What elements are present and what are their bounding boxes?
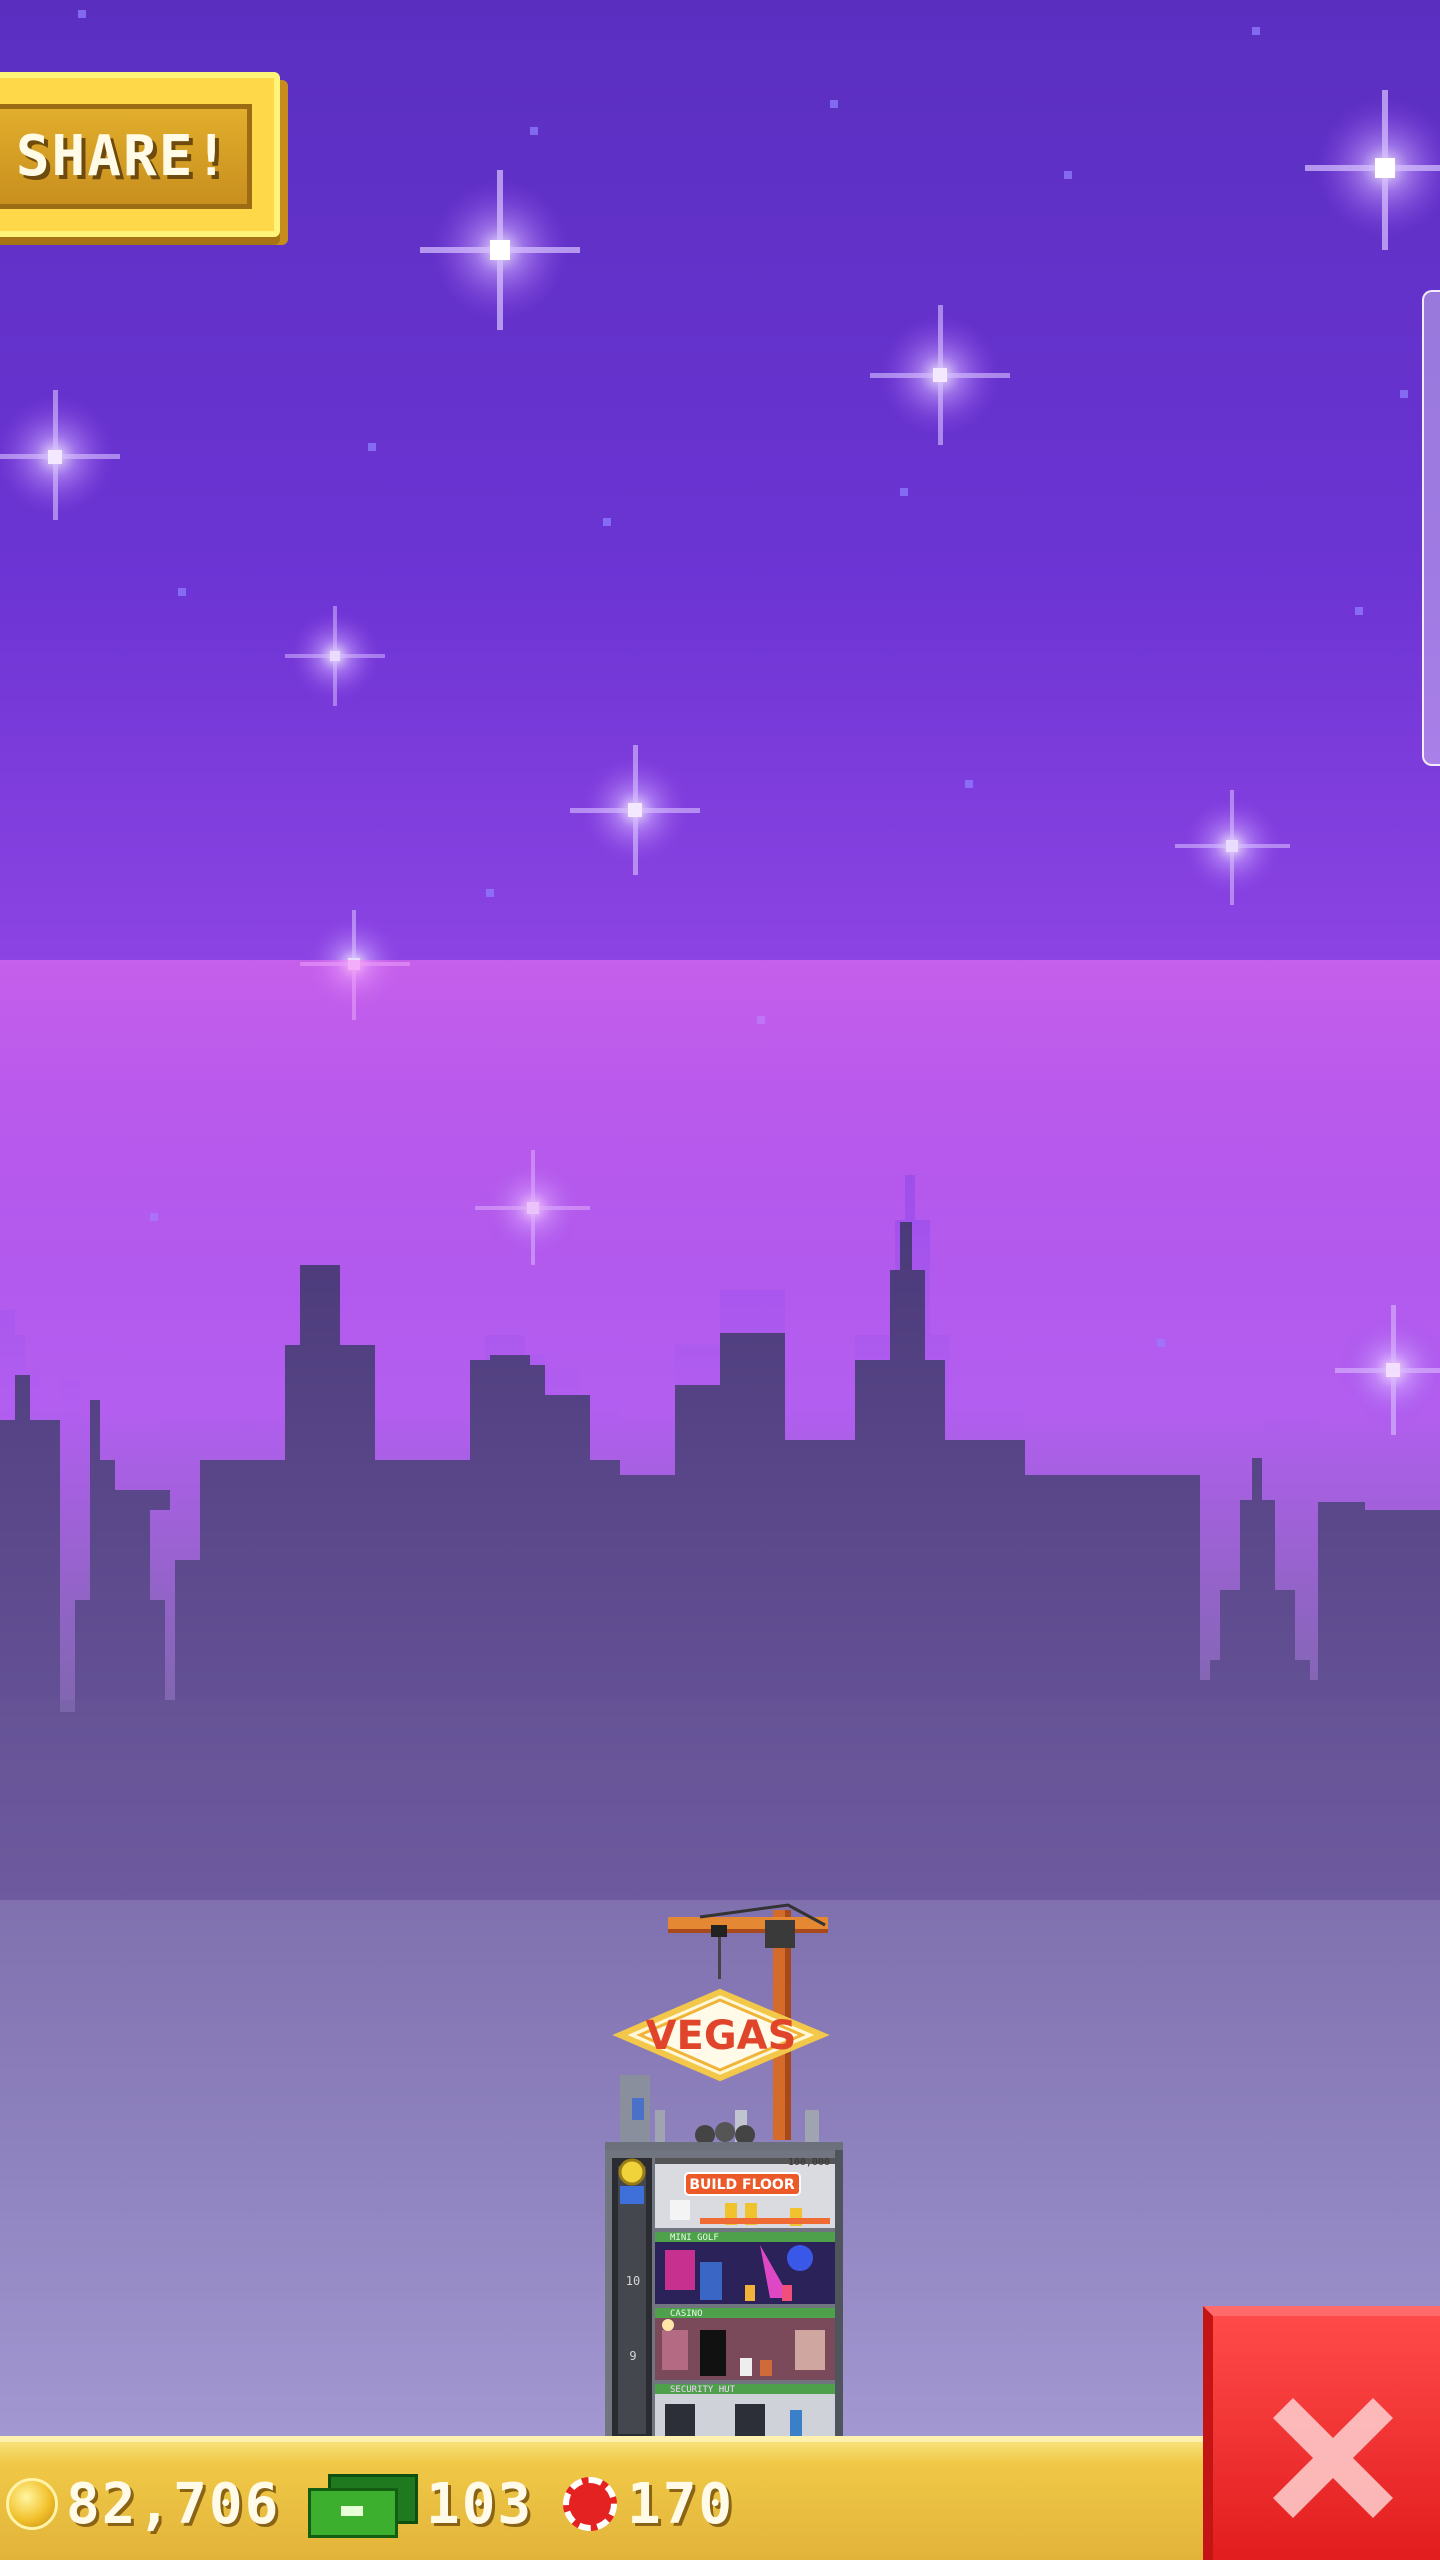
floor-security-hut: SECURITY HUT — [655, 2384, 835, 2440]
floor-mini-golf: MINI GOLF — [655, 2232, 835, 2304]
bux-counter: 103 — [308, 2472, 533, 2538]
casino-chip-icon — [563, 2477, 617, 2531]
coin-icon — [6, 2478, 58, 2530]
floor-under-construction: 100,000 BUILD FLOOR — [655, 2157, 835, 2228]
elevator-icon — [618, 2158, 646, 2204]
side-panel-tab[interactable] — [1422, 290, 1440, 766]
chips-value: 170 — [627, 2471, 735, 2537]
share-button-label: SHARE! — [15, 124, 231, 189]
vegas-sign-label: VEGAS — [646, 2013, 797, 2059]
coins-counter: 82,706 — [6, 2472, 280, 2537]
floor-number: 10 — [626, 2274, 640, 2288]
close-x-icon — [1273, 2398, 1393, 2518]
share-button-face: SHARE! — [0, 104, 252, 209]
build-floor-label: BUILD FLOOR — [689, 2177, 794, 2193]
floor-label: CASINO — [670, 2309, 703, 2319]
coins-value: 82,706 — [66, 2471, 281, 2537]
floor-number: 9 — [629, 2349, 636, 2363]
game-scene: VEGAS 10 9 100,000 BUILD FLOOR MINI GOLF… — [0, 0, 1440, 2560]
floor-label: SECURITY HUT — [670, 2385, 736, 2395]
bux-value: 103 — [426, 2471, 534, 2537]
chips-counter: 170 — [563, 2472, 734, 2537]
close-button[interactable] — [1203, 2306, 1440, 2560]
tower-bux-icon — [308, 2474, 418, 2538]
top-value-label: 100,000 — [788, 2157, 830, 2168]
share-button[interactable]: SHARE! — [0, 72, 280, 237]
floor-casino: CASINO — [655, 2308, 835, 2380]
floor-label: MINI GOLF — [670, 2233, 719, 2243]
